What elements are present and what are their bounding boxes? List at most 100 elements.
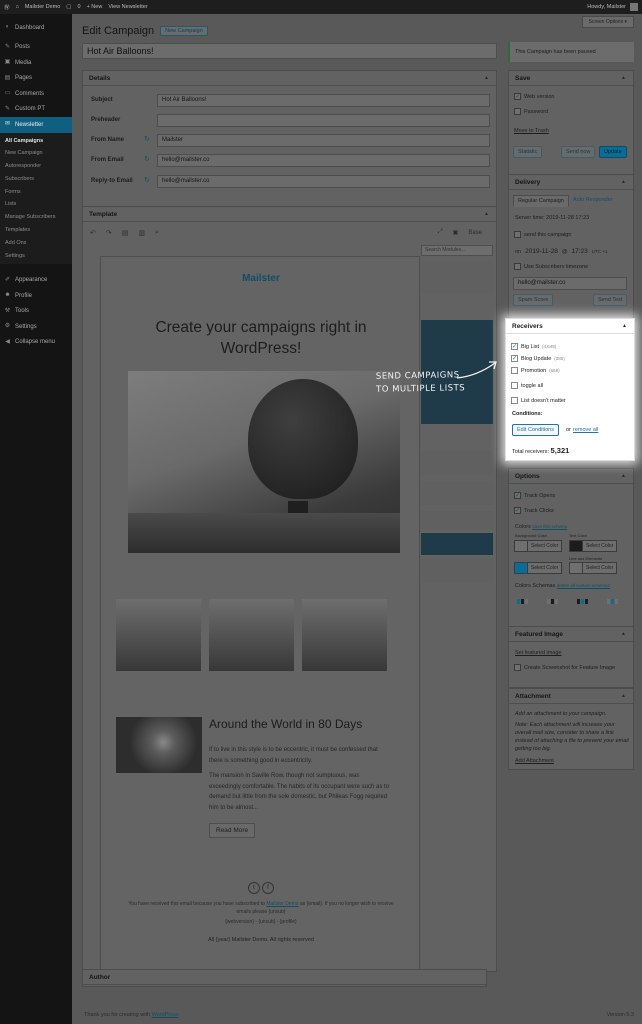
facebook-icon[interactable]: f: [262, 882, 274, 894]
tab-auto-responder[interactable]: Auto Responder: [569, 195, 617, 207]
howdy-user-link[interactable]: Howdy, Mailster: [587, 4, 626, 10]
screen-options-button[interactable]: Screen Options ▾: [581, 16, 634, 28]
module-thumbnail[interactable]: [421, 451, 493, 475]
code-icon[interactable]: ▥: [138, 229, 145, 241]
from-email-input[interactable]: hello@mailster.co: [157, 154, 490, 167]
wordpress-logo-icon[interactable]: Ⓦ: [4, 3, 10, 11]
select-color-button[interactable]: Select Color: [582, 562, 618, 574]
article-title[interactable]: Around the World in 80 Days: [209, 717, 362, 731]
article-paragraph[interactable]: If to live in this style is to be eccent…: [209, 745, 389, 766]
spam-score-button[interactable]: Spam Score: [513, 294, 554, 306]
delivery-header[interactable]: Delivery ▲: [509, 175, 633, 190]
sidebar-item-tools[interactable]: ⚒ Tools: [0, 303, 72, 319]
subject-input[interactable]: Hot Air Balloons!: [157, 94, 490, 107]
refresh-icon[interactable]: ↻: [144, 176, 150, 184]
color-schema[interactable]: [547, 599, 558, 604]
new-content-link[interactable]: + New: [87, 4, 103, 10]
select-color-button[interactable]: Select Color: [527, 562, 563, 574]
preheader-input[interactable]: [157, 114, 490, 127]
fullscreen-icon[interactable]: ⤢: [438, 229, 443, 236]
submenu-templates[interactable]: Templates: [0, 224, 72, 237]
color-schema[interactable]: [577, 599, 588, 604]
submenu-add-ons[interactable]: Add Ons: [0, 237, 72, 250]
module-search-input[interactable]: Search Modules...: [421, 245, 493, 256]
submenu-subscribers[interactable]: Subscribers: [0, 173, 72, 186]
send-now-button[interactable]: Send now: [561, 146, 596, 158]
module-thumbnail[interactable]: [421, 261, 493, 293]
comments-icon[interactable]: ▢: [66, 4, 71, 10]
collapse-arrow-icon[interactable]: ▲: [484, 71, 489, 86]
test-email-input[interactable]: hello@mailster.co: [513, 277, 627, 290]
track-opens-checkbox[interactable]: ✓ Track Opens: [514, 492, 555, 499]
sidebar-item-pages[interactable]: ▤ Pages: [0, 71, 72, 87]
color-schema[interactable]: [607, 599, 618, 604]
color-swatch[interactable]: [514, 540, 528, 552]
refresh-icon[interactable]: ↻: [144, 155, 150, 163]
undo-icon[interactable]: ↶: [90, 229, 96, 241]
add-attachment-link[interactable]: Add Attachment: [515, 758, 554, 764]
collapse-arrow-icon[interactable]: ▲: [621, 71, 626, 86]
color-swatch[interactable]: [569, 540, 583, 552]
save-schema-link[interactable]: save this schema: [532, 524, 567, 529]
sidebar-item-appearance[interactable]: ✐ Appearance: [0, 272, 72, 288]
gallery-image[interactable]: [302, 599, 387, 671]
color-schema[interactable]: [517, 599, 528, 604]
sidebar-item-posts[interactable]: ✎ Posts: [0, 40, 72, 56]
module-thumbnail[interactable]: [421, 481, 493, 505]
submenu-manage-subscribers[interactable]: Manage Subscribers: [0, 211, 72, 224]
tab-regular-campaign[interactable]: Regular Campaign: [513, 195, 569, 207]
base-template-label[interactable]: Base: [468, 230, 482, 236]
delete-schemas-link[interactable]: delete all custom schemas: [557, 583, 610, 588]
sidebar-item-profile[interactable]: ☻ Profile: [0, 288, 72, 304]
submenu-forms[interactable]: Forms: [0, 186, 72, 199]
hero-balloon-image[interactable]: [128, 371, 400, 553]
password-checkbox[interactable]: Password: [514, 108, 548, 115]
color-swatch[interactable]: [514, 562, 528, 574]
track-clicks-checkbox[interactable]: ✓ Track Clicks: [514, 507, 554, 514]
template-header[interactable]: Template ▲: [83, 207, 496, 222]
module-thumbnail[interactable]: [421, 559, 493, 583]
collapse-arrow-icon[interactable]: ▲: [621, 175, 626, 190]
list-checkbox-blog-update[interactable]: ✓ Blog Update (385): [511, 355, 565, 362]
list-checkbox-big-list[interactable]: ✓ Big List (4,649): [511, 343, 556, 350]
receivers-header[interactable]: Receivers ▲: [506, 319, 634, 334]
select-color-button[interactable]: Select Color: [527, 540, 563, 552]
attachment-header[interactable]: Attachment ▲: [509, 689, 633, 704]
redo-icon[interactable]: ↷: [106, 229, 112, 241]
site-name-link[interactable]: Mailster Demo: [25, 4, 60, 10]
submenu-autoresponder[interactable]: Autoresponder: [0, 160, 72, 173]
list-doesnt-matter-checkbox[interactable]: List doesn't matter: [511, 397, 566, 404]
select-color-button[interactable]: Select Color: [582, 540, 618, 552]
refresh-icon[interactable]: ↻: [144, 135, 150, 143]
collapse-arrow-icon[interactable]: ▲: [621, 469, 626, 484]
subscriber-timezone-checkbox[interactable]: Use Subscribers timezone: [514, 263, 588, 270]
wordpress-link[interactable]: WordPress: [152, 1012, 179, 1018]
toggle-all-checkbox[interactable]: toggle all: [511, 382, 543, 389]
submenu-all-campaigns[interactable]: All Campaigns: [0, 135, 72, 148]
details-header[interactable]: Details ▲: [83, 71, 496, 86]
read-more-button[interactable]: Read More: [209, 823, 256, 838]
plaintext-icon[interactable]: ▤: [122, 229, 129, 241]
statistic-button[interactable]: Statistic: [513, 146, 543, 158]
sidebar-item-media[interactable]: ▣ Media: [0, 55, 72, 71]
options-header[interactable]: Options ▲: [509, 469, 633, 484]
save-template-icon[interactable]: ▣: [453, 229, 459, 236]
sidebar-item-settings[interactable]: ⚙ Settings: [0, 319, 72, 335]
list-checkbox-promotion[interactable]: Promotion (669): [511, 367, 560, 374]
collapse-arrow-icon[interactable]: ▲: [621, 689, 626, 704]
gallery-image[interactable]: [116, 599, 201, 671]
article-image[interactable]: [116, 717, 202, 773]
submenu-lists[interactable]: Lists: [0, 198, 72, 211]
new-campaign-button[interactable]: New Campaign: [160, 26, 208, 36]
sidebar-item-custom-pt[interactable]: ✎ Custom PT: [0, 102, 72, 118]
campaign-title-input[interactable]: Hot Air Balloons!: [82, 43, 497, 59]
send-test-button[interactable]: Send Test: [593, 294, 628, 306]
remove-all-link[interactable]: remove all: [573, 427, 598, 433]
move-to-trash-link[interactable]: Move to Trash: [514, 128, 549, 134]
update-button[interactable]: Update: [599, 146, 627, 158]
module-thumbnail[interactable]: [421, 511, 493, 529]
twitter-icon[interactable]: t: [248, 882, 260, 894]
time-input[interactable]: 17:23: [572, 248, 588, 255]
gallery-image[interactable]: [209, 599, 294, 671]
collapse-arrow-icon[interactable]: ▲: [484, 207, 489, 222]
